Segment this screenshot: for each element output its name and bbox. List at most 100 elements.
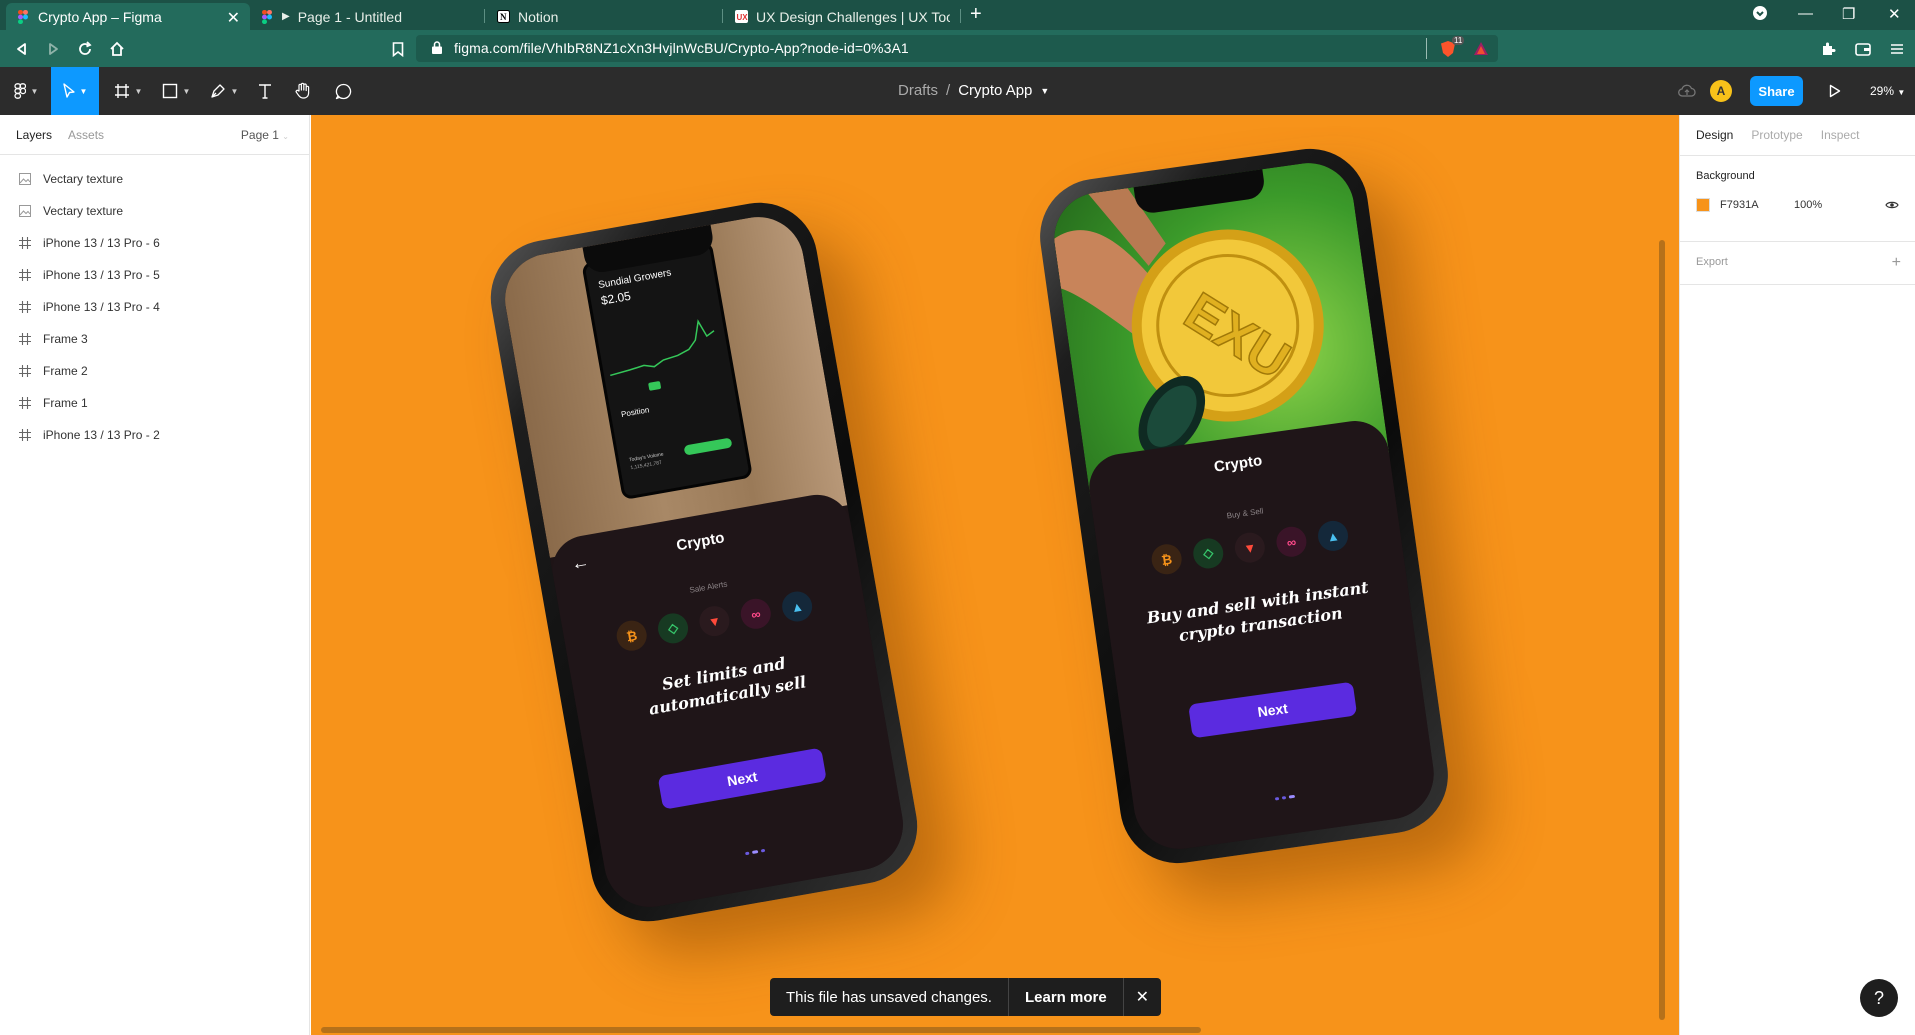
bookmark-icon[interactable] bbox=[388, 39, 408, 59]
background-hex[interactable]: F7931A bbox=[1720, 199, 1784, 211]
brave-rewards-icon[interactable] bbox=[1471, 39, 1491, 59]
code-coin-icon: ◇ bbox=[1191, 536, 1226, 571]
tab-inspect[interactable]: Inspect bbox=[1821, 128, 1860, 142]
tab-layers[interactable]: Layers bbox=[16, 128, 52, 142]
tab-ux-design-challenges[interactable]: UX UX Design Challenges | UX Tools bbox=[724, 3, 960, 30]
layer-item[interactable]: iPhone 13 / 13 Pro - 2 bbox=[0, 419, 309, 451]
reload-icon[interactable] bbox=[75, 39, 95, 59]
zoom-level[interactable]: 29% ▼ bbox=[1870, 84, 1905, 98]
next-button[interactable]: Next bbox=[657, 747, 827, 810]
layer-name: Vectary texture bbox=[43, 204, 124, 218]
frame-icon bbox=[114, 83, 130, 99]
minimize-icon[interactable]: — bbox=[1798, 5, 1813, 22]
tab-title: UX Design Challenges | UX Tools bbox=[756, 8, 950, 25]
layer-item[interactable]: Vectary texture bbox=[0, 195, 309, 227]
learn-more-button[interactable]: Learn more bbox=[1009, 989, 1123, 1006]
background-section: Background F7931A 100% bbox=[1680, 155, 1915, 241]
present-button[interactable] bbox=[1820, 67, 1850, 115]
file-name[interactable]: Crypto App bbox=[958, 82, 1032, 99]
new-tab-icon[interactable]: + bbox=[970, 4, 982, 24]
layer-item[interactable]: iPhone 13 / 13 Pro - 6 bbox=[0, 227, 309, 259]
tab-separator bbox=[484, 9, 485, 23]
layer-name: iPhone 13 / 13 Pro - 5 bbox=[43, 268, 160, 282]
comment-icon bbox=[335, 83, 352, 100]
chevron-down-icon: ▼ bbox=[182, 86, 191, 96]
frame-layer-icon bbox=[18, 429, 31, 442]
page-dot bbox=[760, 848, 766, 853]
tab-prototype[interactable]: Prototype bbox=[1751, 128, 1802, 142]
text-icon bbox=[257, 83, 273, 99]
main-menu-button[interactable]: ▼ bbox=[6, 67, 46, 115]
tab-separator bbox=[722, 9, 723, 23]
frame-layer-icon bbox=[18, 333, 31, 346]
page-dot bbox=[1274, 796, 1280, 801]
layer-item[interactable]: iPhone 13 / 13 Pro - 4 bbox=[0, 291, 309, 323]
move-tool-button[interactable]: ▼ bbox=[51, 67, 99, 115]
tab-assets[interactable]: Assets bbox=[68, 128, 104, 142]
horizontal-scrollbar[interactable] bbox=[321, 1027, 1201, 1033]
hand-tool-button[interactable] bbox=[288, 67, 318, 115]
layer-item[interactable]: Frame 2 bbox=[0, 355, 309, 387]
chevron-down-icon[interactable]: ▼ bbox=[1040, 86, 1049, 96]
tab-search-icon[interactable] bbox=[1752, 5, 1768, 21]
close-window-icon[interactable]: ✕ bbox=[1888, 5, 1901, 23]
image-layer-icon bbox=[18, 205, 31, 218]
background-color-swatch[interactable] bbox=[1696, 198, 1710, 212]
layer-item[interactable]: iPhone 13 / 13 Pro - 5 bbox=[0, 259, 309, 291]
tab-title: Crypto App – Figma bbox=[38, 8, 162, 25]
stock-price: $2.05 bbox=[599, 288, 632, 308]
eye-icon[interactable] bbox=[1885, 200, 1899, 210]
close-toast-icon[interactable]: ✕ bbox=[1124, 987, 1161, 1007]
cloud-sync-icon[interactable] bbox=[1672, 67, 1702, 115]
share-button[interactable]: Share bbox=[1750, 76, 1803, 106]
figma-icon bbox=[260, 9, 274, 24]
figma-toolbar: ▼ ▼ ▼ ▼ ▼ Drafts / Crypto App ▼ A Share … bbox=[0, 67, 1915, 115]
home-icon[interactable] bbox=[107, 39, 127, 59]
phone-mockup-right[interactable]: EXU Crypto Buy & Sell ₿ ◇ ▼ ∞ ▲ Buy and sell… bbox=[1032, 141, 1456, 871]
shape-tool-button[interactable]: ▼ bbox=[156, 67, 196, 115]
extensions-icon[interactable] bbox=[1818, 39, 1838, 59]
close-tab-icon[interactable]: ✕ bbox=[227, 8, 240, 28]
frame-tool-button[interactable]: ▼ bbox=[108, 67, 148, 115]
position-label: Position bbox=[620, 405, 650, 420]
user-avatar[interactable]: A bbox=[1710, 80, 1732, 102]
chevron-down-icon: ▼ bbox=[230, 86, 239, 96]
forward-icon[interactable] bbox=[43, 39, 63, 59]
tab-page-1-untitled[interactable]: ▶ Page 1 - Untitled bbox=[250, 3, 486, 30]
restore-icon[interactable]: ❐ bbox=[1842, 5, 1855, 23]
unsaved-changes-toast: This file has unsaved changes. Learn mor… bbox=[770, 978, 1162, 1016]
breadcrumb-drafts[interactable]: Drafts bbox=[898, 82, 938, 99]
code-coin-icon: ◇ bbox=[655, 611, 691, 646]
menu-icon[interactable] bbox=[1887, 39, 1907, 59]
next-button[interactable]: Next bbox=[1188, 681, 1358, 739]
address-separator bbox=[1426, 38, 1427, 59]
comment-tool-button[interactable] bbox=[328, 67, 358, 115]
layer-item[interactable]: Frame 1 bbox=[0, 387, 309, 419]
inner-phone-stock-screen: Sundial Growers $2.05 Position Today's V… bbox=[581, 240, 754, 501]
chevron-down-icon: ⌄ bbox=[282, 132, 289, 141]
layer-item[interactable]: Vectary texture bbox=[0, 163, 309, 195]
text-tool-button[interactable] bbox=[250, 67, 280, 115]
trade-button bbox=[683, 437, 733, 456]
pen-icon bbox=[210, 83, 226, 99]
triangle-coin-icon: ▲ bbox=[779, 589, 815, 624]
tab-design[interactable]: Design bbox=[1696, 128, 1733, 142]
svg-text:N: N bbox=[500, 12, 507, 22]
add-export-icon[interactable]: + bbox=[1892, 254, 1901, 272]
tab-crypto-app-figma[interactable]: Crypto App – Figma ✕ bbox=[6, 3, 250, 30]
phone-screen: Sundial Growers $2.05 Position Today's V… bbox=[497, 209, 911, 915]
canvas[interactable]: Sundial Growers $2.05 Position Today's V… bbox=[311, 115, 1679, 1035]
left-panel-tabs: Layers Assets Page 1 ⌄ bbox=[0, 115, 309, 155]
back-icon[interactable] bbox=[12, 39, 32, 59]
wallet-icon[interactable] bbox=[1853, 39, 1873, 59]
tab-notion[interactable]: N Notion bbox=[486, 3, 724, 30]
pen-tool-button[interactable]: ▼ bbox=[204, 67, 244, 115]
layer-item[interactable]: Frame 3 bbox=[0, 323, 309, 355]
phone-mockup-left[interactable]: Sundial Growers $2.05 Position Today's V… bbox=[481, 193, 927, 931]
background-fill-row[interactable]: F7931A 100% bbox=[1696, 198, 1899, 212]
background-opacity[interactable]: 100% bbox=[1794, 199, 1822, 211]
help-button[interactable]: ? bbox=[1860, 979, 1898, 1017]
vertical-scrollbar[interactable] bbox=[1659, 240, 1665, 1020]
background-label: Background bbox=[1696, 170, 1755, 182]
page-selector[interactable]: Page 1 ⌄ bbox=[241, 128, 289, 142]
